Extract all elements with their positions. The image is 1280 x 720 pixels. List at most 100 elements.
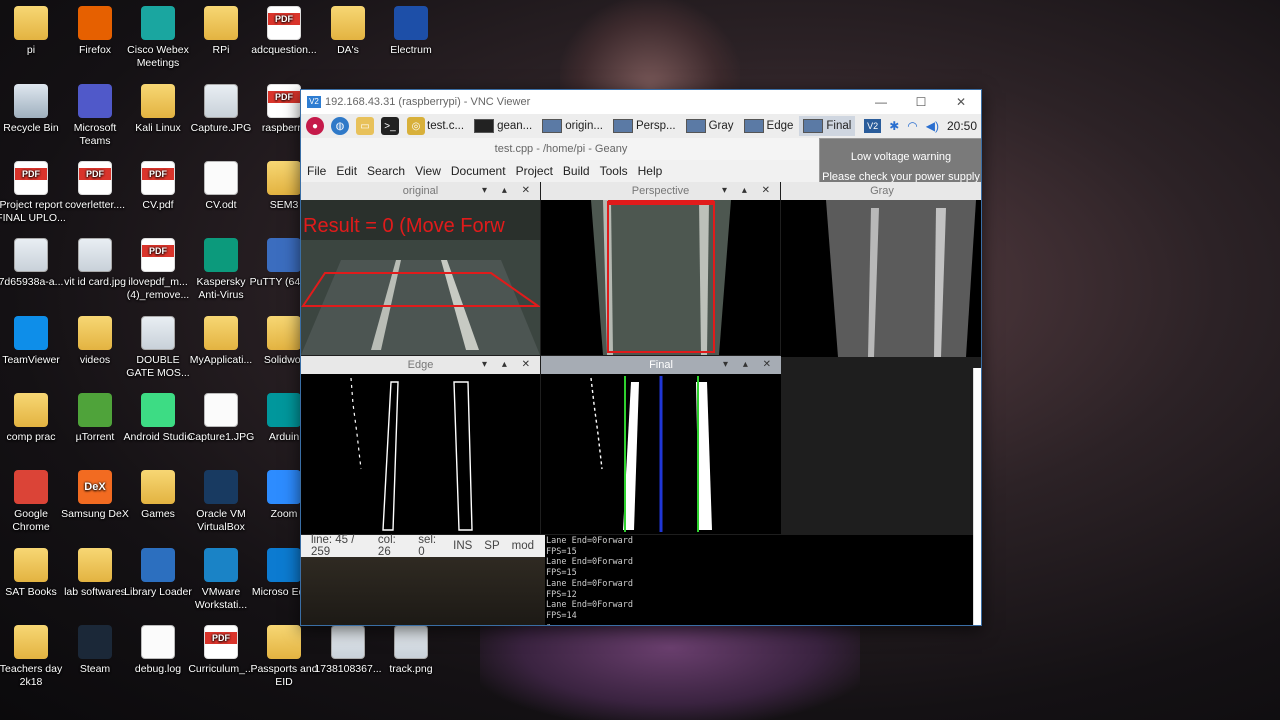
edge-icon (267, 548, 301, 582)
desktop-icon-teamviewer[interactable]: TeamViewer (0, 316, 67, 367)
desktop-icon-games[interactable]: Games (122, 470, 194, 521)
vnc-viewer-window[interactable]: V2 192.168.43.31 (raspberrypi) - VNC Vie… (300, 89, 982, 626)
menu-tools[interactable]: Tools (600, 164, 628, 178)
menu-build[interactable]: Build (563, 164, 590, 178)
desktop-icon-label: DOUBLE GATE MOS... (126, 354, 190, 379)
cv-window-original[interactable]: original ▾ ▴ ✕ Result = 0 (Move Forw (301, 182, 542, 355)
vnc-title: 192.168.43.31 (raspberrypi) - VNC Viewer (325, 96, 531, 108)
desktop-icon-pi[interactable]: pi (0, 6, 67, 57)
desktop-icon-capture-jpg[interactable]: Capture.JPG (185, 84, 257, 135)
desktop-icon-microsoft-teams[interactable]: Microsoft Teams (59, 84, 131, 148)
menu-edit[interactable]: Edit (336, 164, 357, 178)
desktop-icon-label: Games (141, 508, 175, 520)
desktop-icon-vmware-workstati[interactable]: VMware Workstati... (185, 548, 257, 612)
desktop-icon-google-chrome[interactable]: Google Chrome (0, 470, 67, 534)
task-original[interactable]: origin... (538, 116, 607, 136)
desktop-icon-teachers-day-2k18[interactable]: Teachers day 2k18 (0, 625, 67, 689)
desktop-icon-double-gate-mos[interactable]: DOUBLE GATE MOS... (122, 316, 194, 380)
close-button[interactable]: ✕ (941, 90, 981, 114)
desktop-icon-adcquestion[interactable]: adcquestion... (248, 6, 320, 57)
raspberry-menu-icon[interactable]: ● (306, 117, 324, 135)
desktop-icon-ilovepdf-m-4-remove[interactable]: ilovepdf_m... (4)_remove... (122, 238, 194, 302)
desktop-icon-firefox[interactable]: Firefox (59, 6, 131, 57)
window-controls-icon[interactable]: ▾ ▴ ✕ (723, 356, 777, 374)
desktop-icon-electrum[interactable]: Electrum (375, 6, 447, 57)
desktop-icon-passports-and-eid[interactable]: Passports and EID (248, 625, 320, 689)
desktop-icon-steam[interactable]: Steam (59, 625, 131, 676)
cv-window-edge[interactable]: Edge ▾ ▴ ✕ (301, 356, 540, 534)
status-line: line: 45 / 259 (311, 534, 355, 558)
volume-icon[interactable]: ◀) (926, 119, 939, 133)
vnc-logo-icon: V2 (307, 96, 321, 108)
cv-window-title: Gray (870, 185, 894, 197)
desktop-icon-vit-id-card-jpg[interactable]: vit id card.jpg (59, 238, 131, 289)
task-perspective[interactable]: Persp... (609, 116, 680, 136)
terminal-output[interactable]: Lane End=0Forward FPS=15 Lane End=0Forward… (545, 535, 981, 625)
menu-file[interactable]: File (307, 164, 326, 178)
menu-project[interactable]: Project (516, 164, 553, 178)
menu-view[interactable]: View (415, 164, 441, 178)
desktop-icon-cv-pdf[interactable]: CV.pdf (122, 161, 194, 212)
browser-icon[interactable]: ◍ (331, 117, 349, 135)
cv-titlebar[interactable]: Final ▾ ▴ ✕ (541, 356, 781, 374)
window-controls-icon[interactable]: ▾ ▴ ✕ (722, 182, 776, 200)
desktop-icon-recycle-bin[interactable]: Recycle Bin (0, 84, 67, 135)
desktop-icon-rpi[interactable]: RPi (185, 6, 257, 57)
file-manager-icon[interactable]: ▭ (356, 117, 374, 135)
desktop-icon-videos[interactable]: videos (59, 316, 131, 367)
window-icon (685, 119, 706, 133)
task-gray[interactable]: Gray (682, 116, 738, 136)
cv-titlebar[interactable]: Perspective ▾ ▴ ✕ (541, 182, 780, 200)
desktop-icon-sat-books[interactable]: SAT Books (0, 548, 67, 599)
desktop-icon-track-png[interactable]: track.png (375, 625, 447, 676)
menu-document[interactable]: Document (451, 164, 506, 178)
desktop-icon-cv-odt[interactable]: CV.odt (185, 161, 257, 212)
minimize-button[interactable]: — (861, 90, 901, 114)
task-geany[interactable]: gean... (470, 116, 536, 136)
cv-window-final[interactable]: Final ▾ ▴ ✕ (541, 356, 781, 534)
desktop-icon-da-s[interactable]: DA's (312, 6, 384, 57)
desktop-icon-label: debug.log (134, 663, 182, 675)
menu-search[interactable]: Search (367, 164, 405, 178)
terminal-icon[interactable]: >_ (381, 117, 399, 135)
low-voltage-warning[interactable]: Low voltage warning Please check your po… (819, 138, 981, 184)
desktop-icon-myapplicati[interactable]: MyApplicati... (185, 316, 257, 367)
desktop-icon-android-studio[interactable]: Android Studio (122, 393, 194, 444)
desktop-icon-kaspersky-anti-virus[interactable]: Kaspersky Anti-Virus (185, 238, 257, 302)
cv-window-perspective[interactable]: Perspective ▾ ▴ ✕ (541, 182, 780, 355)
cv-titlebar[interactable]: Gray (781, 182, 981, 200)
window-controls-icon[interactable]: ▾ ▴ ✕ (482, 356, 536, 374)
desktop-icon-curriculum[interactable]: Curriculum_... (185, 625, 257, 676)
vnc-titlebar[interactable]: V2 192.168.43.31 (raspberrypi) - VNC Vie… (301, 90, 981, 114)
task-edge[interactable]: Edge (740, 116, 798, 136)
wifi-icon[interactable]: ◠ (907, 119, 917, 133)
desktop-icon-lab-softwares[interactable]: lab softwares (59, 548, 131, 599)
arduino-icon (267, 393, 301, 427)
desktop-icon-coverletter[interactable]: coverletter.... (59, 161, 131, 212)
desktop-icon-7d65938a-a[interactable]: 7d65938a-a... (0, 238, 67, 289)
geany-statusbar: line: 45 / 259 col: 26 sel: 0 INS SP mod (301, 534, 546, 558)
cv-titlebar[interactable]: Edge ▾ ▴ ✕ (301, 356, 540, 374)
desktop-icon-comp-prac[interactable]: comp prac (0, 393, 67, 444)
cv-window-gray[interactable]: Gray (781, 182, 981, 357)
desktop-icon-library-loader[interactable]: Library Loader (122, 548, 194, 599)
cv-titlebar[interactable]: original ▾ ▴ ✕ (301, 182, 540, 200)
desktop-icon-oracle-vm-virtualbox[interactable]: Oracle VM VirtualBox (185, 470, 257, 534)
desktop-icon-label: Microsoft Teams (73, 122, 117, 147)
desktop-icon-1738108367[interactable]: 1738108367... (312, 625, 384, 676)
desktop-icon-torrent[interactable]: µTorrent (59, 393, 131, 444)
maximize-button[interactable]: ☐ (901, 90, 941, 114)
desktop-icon-kali-linux[interactable]: Kali Linux (122, 84, 194, 135)
vnc-server-icon[interactable]: V2 (864, 119, 882, 133)
task-test-c[interactable]: ◎ test.c... (403, 116, 468, 136)
desktop-icon-samsung-dex[interactable]: DeX Samsung DeX (59, 470, 131, 521)
window-controls-icon[interactable]: ▾ ▴ ✕ (482, 182, 536, 200)
desktop-icon-capture1-jpg[interactable]: Capture1.JPG (185, 393, 257, 444)
menu-help[interactable]: Help (638, 164, 663, 178)
desktop-icon-cisco-webex-meetings[interactable]: Cisco Webex Meetings (122, 6, 194, 70)
task-final[interactable]: Final (799, 116, 856, 136)
bluetooth-icon[interactable]: ✱ (889, 119, 899, 133)
desktop-icon-debug-log[interactable]: debug.log (122, 625, 194, 676)
terminal-scrollbar[interactable] (973, 368, 981, 625)
desktop-icon-project-report-final-uplo[interactable]: Project report FINAL UPLO... (0, 161, 67, 225)
